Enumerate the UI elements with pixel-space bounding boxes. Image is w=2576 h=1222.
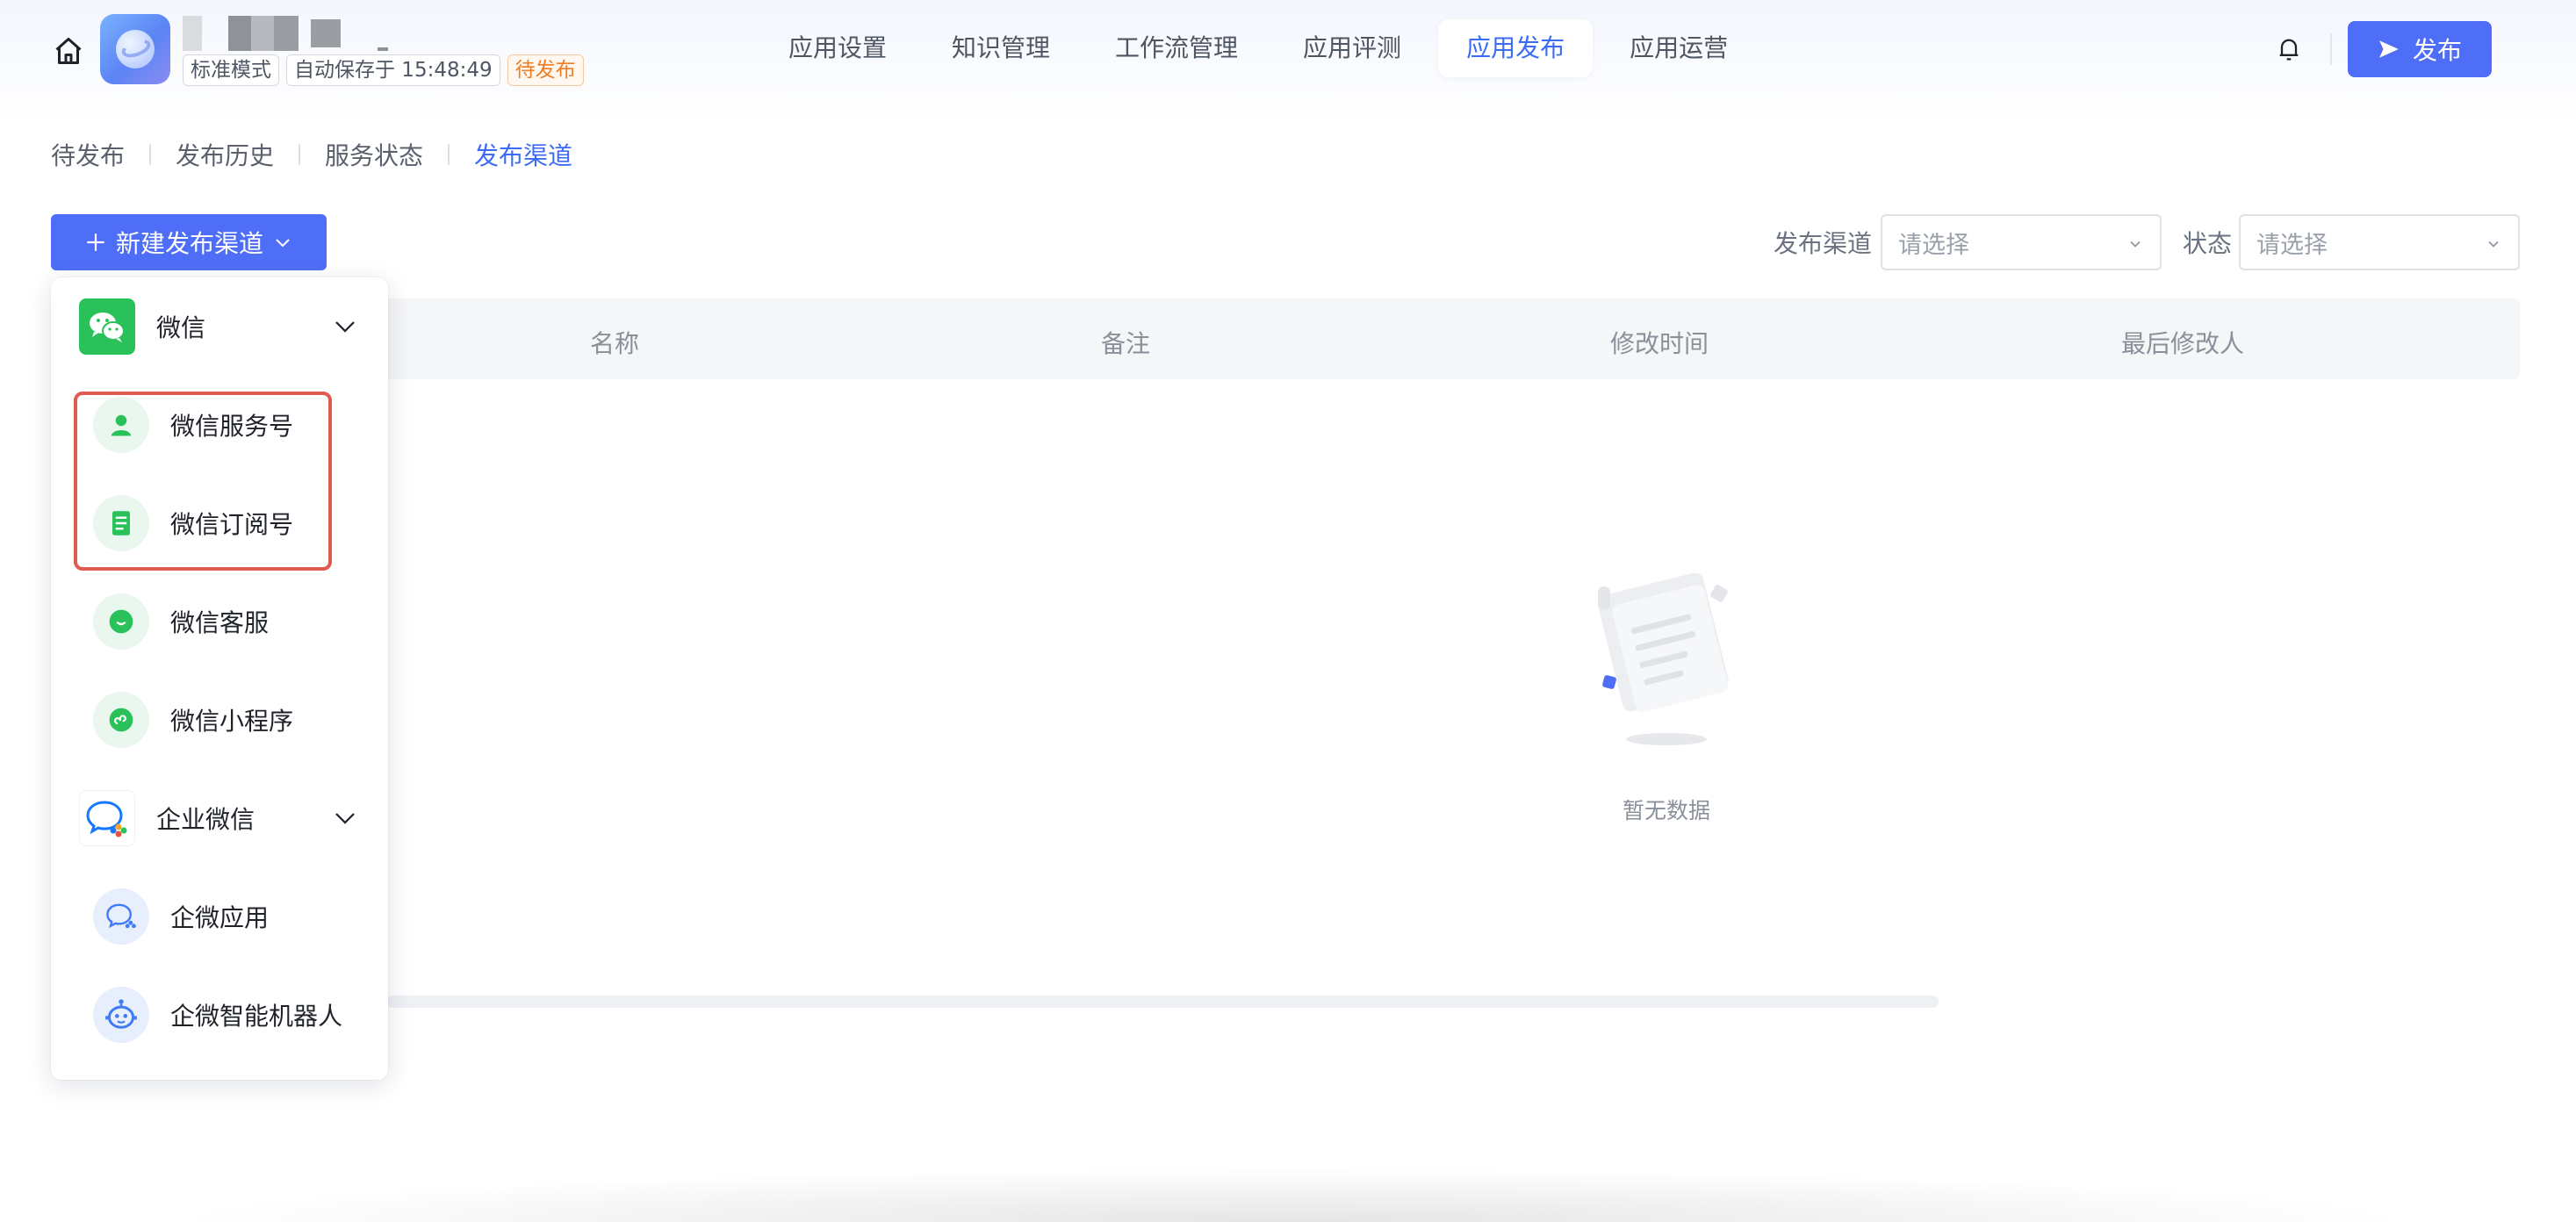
empty-illustration [1572, 562, 1765, 746]
publish-button[interactable]: 发布 [2348, 21, 2492, 77]
main-tabs: 应用设置 知识管理 工作流管理 应用评测 应用发布 应用运营 [760, 19, 1756, 77]
column-remark: 备注 [1101, 329, 1151, 358]
column-name: 名称 [590, 329, 640, 358]
horizontal-scrollbar[interactable] [386, 996, 1939, 1008]
subtab-separator [448, 144, 450, 165]
menu-item-wecom-robot[interactable]: 企微智能机器人 [51, 966, 388, 1064]
service-account-label: 微信服务号 [170, 412, 294, 441]
wecom-app-label: 企微应用 [170, 903, 270, 932]
chevron-down-icon [276, 239, 290, 248]
mini-program-label: 微信小程序 [170, 707, 294, 736]
customer-service-label: 微信客服 [170, 608, 270, 637]
filter-channel-label: 发布渠道 [1774, 229, 1873, 258]
status-filter-select[interactable]: 请选择 [2239, 214, 2520, 270]
bottom-shadow [158, 1168, 2423, 1222]
wecom-robot-icon [93, 987, 149, 1043]
status-tags: 标准模式 自动保存于 15:48:49 待发布 [183, 54, 584, 86]
autosave-tag: 自动保存于 15:48:49 [286, 54, 500, 86]
mode-tag: 标准模式 [183, 54, 279, 86]
filter-status-label: 状态 [2183, 229, 2233, 258]
top-header: 标准模式 自动保存于 15:48:49 待发布 应用设置 知识管理 工作流管理 … [0, 0, 2576, 98]
channel-filter-select[interactable]: 请选择 [1881, 214, 2162, 270]
subtab-history[interactable]: 发布历史 [176, 137, 274, 172]
sub-tabs: 待发布 发布历史 服务状态 发布渠道 [51, 137, 572, 172]
tab-app-settings[interactable]: 应用设置 [760, 19, 915, 77]
column-modified-time: 修改时间 [1610, 329, 1709, 358]
subtab-pending[interactable]: 待发布 [51, 137, 125, 172]
chevron-down-icon [2488, 241, 2499, 248]
chevron-down-icon [2130, 241, 2141, 248]
chevron-down-icon [335, 813, 355, 824]
mini-program-icon [93, 692, 149, 748]
tab-knowledge[interactable]: 知识管理 [924, 19, 1078, 77]
new-channel-dropdown: 微信 微信服务号 微信订阅号 微信客服 微信小程序 企业微信 企微应用 企微智能… [51, 277, 388, 1080]
publish-button-label: 发布 [2412, 36, 2462, 65]
tab-publish[interactable]: 应用发布 [1438, 19, 1594, 77]
subscription-account-icon [93, 495, 149, 551]
subtab-service-status[interactable]: 服务状态 [325, 137, 423, 172]
new-channel-label: 新建发布渠道 [115, 229, 263, 258]
channel-filter-placeholder: 请选择 [1898, 231, 1969, 259]
menu-item-wecom-app[interactable]: 企微应用 [51, 867, 388, 966]
wecom-robot-label: 企微智能机器人 [170, 1002, 343, 1031]
column-last-modifier: 最后修改人 [2121, 329, 2245, 358]
subtab-separator [149, 144, 152, 165]
plus-icon [87, 234, 104, 251]
pending-status-badge: 待发布 [507, 54, 584, 86]
empty-text: 暂无数据 [1623, 798, 1711, 823]
subscription-account-label: 微信订阅号 [170, 510, 294, 539]
customer-service-icon [93, 593, 149, 650]
tab-evaluation[interactable]: 应用评测 [1275, 19, 1429, 77]
chevron-down-icon [335, 321, 355, 333]
subtab-separator [299, 144, 301, 165]
header-divider [2330, 33, 2332, 65]
bell-icon[interactable] [2274, 32, 2304, 67]
group-wechat[interactable]: 微信 [51, 277, 388, 376]
menu-item-customer-service[interactable]: 微信客服 [51, 572, 388, 671]
new-channel-button[interactable]: 新建发布渠道 [51, 214, 327, 270]
status-filter-placeholder: 请选择 [2256, 231, 2328, 259]
tab-operations[interactable]: 应用运营 [1601, 19, 1756, 77]
menu-item-mini-program[interactable]: 微信小程序 [51, 671, 388, 769]
subtab-channels[interactable]: 发布渠道 [474, 137, 572, 172]
wecom-icon [79, 790, 135, 846]
group-wechat-label: 微信 [156, 313, 206, 342]
app-logo [100, 14, 170, 84]
send-icon [2379, 40, 2399, 58]
table-header: 名称 备注 修改时间 最后修改人 [51, 298, 2520, 379]
menu-item-subscription-account[interactable]: 微信订阅号 [51, 474, 388, 572]
group-wecom[interactable]: 企业微信 [51, 769, 388, 867]
home-icon[interactable] [51, 33, 86, 68]
service-account-icon [93, 397, 149, 453]
wecom-app-icon [93, 888, 149, 945]
group-wecom-label: 企业微信 [156, 805, 255, 834]
tab-workflow[interactable]: 工作流管理 [1087, 19, 1266, 77]
wechat-icon [79, 298, 135, 355]
menu-item-service-account[interactable]: 微信服务号 [51, 376, 388, 474]
